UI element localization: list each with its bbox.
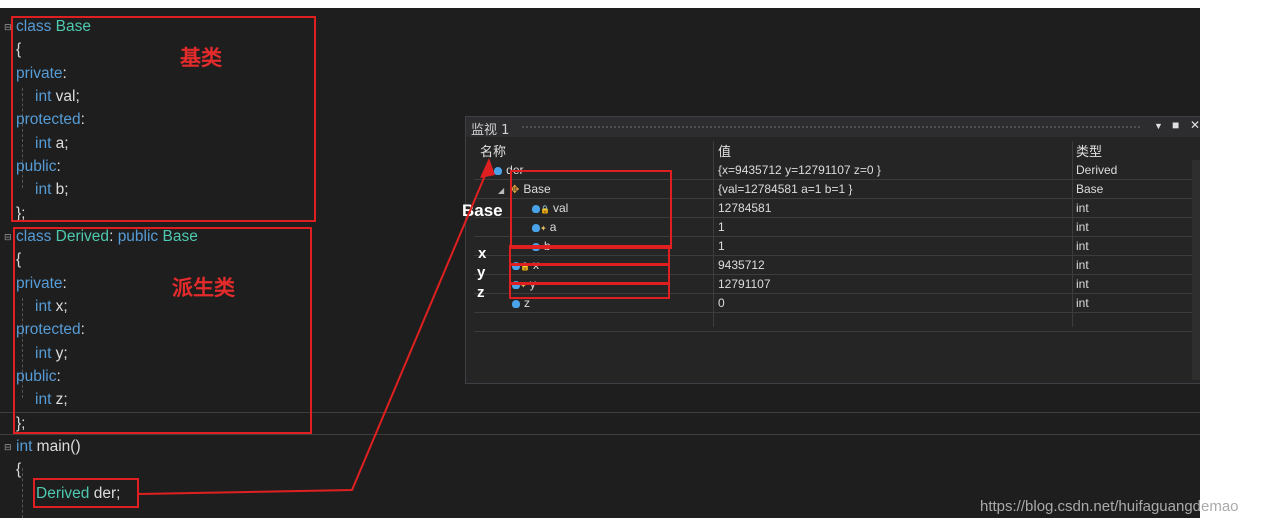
annotation-x: x bbox=[478, 245, 487, 262]
annotation-base-class: 基类 bbox=[180, 46, 222, 70]
column-header-name[interactable]: 名称 bbox=[480, 141, 506, 160]
fold-toggle-main[interactable]: ⊟ bbox=[4, 442, 12, 453]
public-field-icon bbox=[512, 300, 520, 308]
row-type: int bbox=[1076, 220, 1089, 234]
watch-title-bar[interactable]: 监视 1 ▼ ■ ✕ bbox=[466, 117, 1200, 138]
row-value[interactable]: 12784581 bbox=[718, 200, 771, 216]
maximize-icon[interactable]: ■ bbox=[1172, 118, 1179, 132]
row-value[interactable]: 1 bbox=[718, 238, 725, 254]
annotation-box-der-declaration bbox=[33, 478, 139, 508]
code-editor[interactable]: ⊟ ⊟ ⊟ class Base { private: int val; pro… bbox=[0, 8, 1200, 518]
row-value[interactable]: {x=9435712 y=12791107 z=0 } bbox=[718, 162, 881, 178]
row-type: int bbox=[1076, 239, 1089, 253]
row-value[interactable]: 9435712 bbox=[718, 257, 765, 273]
row-type: int bbox=[1076, 277, 1089, 291]
annotation-z: z bbox=[477, 284, 485, 301]
row-type: int bbox=[1076, 201, 1089, 215]
dropdown-icon[interactable]: ▼ bbox=[1154, 121, 1163, 131]
row-type: Derived bbox=[1076, 163, 1118, 177]
column-header-type[interactable]: 类型 bbox=[1076, 141, 1102, 160]
collapse-arrow-icon[interactable]: ◢ bbox=[498, 183, 504, 199]
code-line: int main() bbox=[16, 438, 81, 455]
annotation-box-z bbox=[509, 283, 670, 299]
row-value[interactable]: 12791107 bbox=[718, 276, 771, 292]
row-value[interactable]: 1 bbox=[718, 219, 725, 235]
collapse-arrow-icon[interactable]: ◢ bbox=[482, 164, 488, 180]
annotation-box-base-class bbox=[11, 16, 316, 222]
row-value[interactable]: {val=12784581 a=1 b=1 } bbox=[718, 181, 852, 197]
variable-icon bbox=[494, 167, 503, 175]
watch-scrollbar[interactable] bbox=[1192, 160, 1200, 380]
row-type: int bbox=[1076, 296, 1089, 310]
watch-row-empty[interactable] bbox=[474, 313, 1192, 332]
watermark: https://blog.csdn.net/huifaguangdemao bbox=[980, 498, 1239, 515]
watch-title: 监视 1 bbox=[471, 123, 510, 138]
row-type: Base bbox=[1076, 182, 1104, 196]
annotation-box-x bbox=[509, 245, 670, 265]
annotation-box-y bbox=[509, 264, 670, 284]
fold-toggle-derived[interactable]: ⊟ bbox=[4, 232, 12, 243]
code-line: { bbox=[16, 461, 22, 478]
row-type: int bbox=[1076, 258, 1089, 272]
close-icon[interactable]: ✕ bbox=[1190, 118, 1200, 132]
row-value[interactable]: 0 bbox=[718, 295, 725, 311]
annotation-derived-class: 派生类 bbox=[172, 276, 235, 300]
annotation-box-base-members bbox=[510, 170, 672, 249]
title-grip bbox=[521, 125, 1141, 129]
annotation-base: Base bbox=[462, 201, 503, 220]
annotation-box-derived-class bbox=[13, 227, 312, 434]
column-header-value[interactable]: 值 bbox=[718, 141, 731, 160]
annotation-y: y bbox=[477, 264, 486, 281]
